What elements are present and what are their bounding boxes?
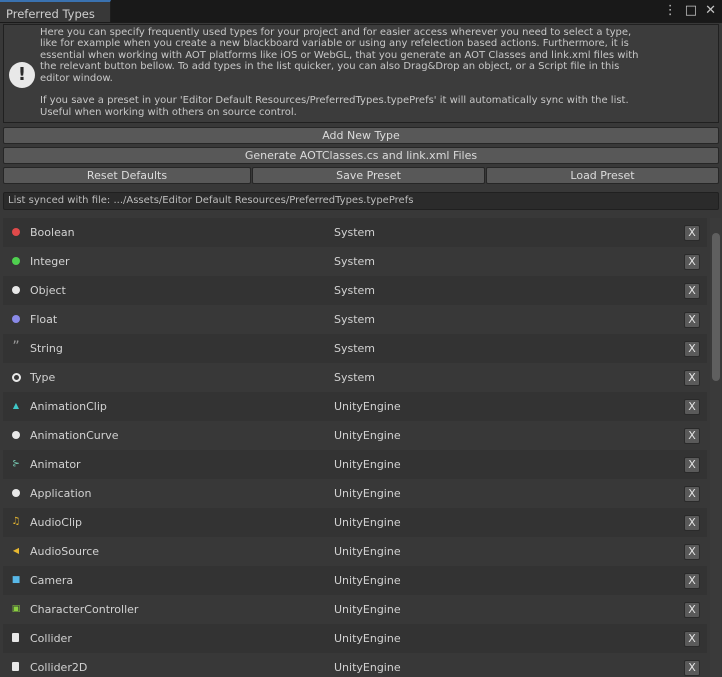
animator-icon: ⊱ [12, 459, 20, 469]
type-name: CharacterController [30, 603, 139, 616]
type-namespace: UnityEngine [334, 487, 401, 500]
window-controls: ⋮ □ ✕ [656, 3, 716, 18]
type-name: AnimationCurve [30, 429, 119, 442]
type-namespace: UnityEngine [334, 603, 401, 616]
remove-type-button[interactable]: X [684, 312, 700, 328]
type-namespace: UnityEngine [334, 429, 401, 442]
quote-icon: ” [12, 339, 20, 355]
remove-type-button[interactable]: X [684, 457, 700, 473]
type-namespace: UnityEngine [334, 545, 401, 558]
remove-type-button[interactable]: X [684, 254, 700, 270]
ring-icon [12, 373, 21, 382]
type-name: String [30, 342, 63, 355]
list-item[interactable]: Application UnityEngine X [3, 479, 707, 508]
file-icon [12, 662, 19, 671]
add-new-type-button[interactable]: Add New Type [3, 127, 719, 144]
speaker-icon: ◀ [12, 546, 20, 555]
file-icon [12, 633, 19, 642]
type-name: Collider [30, 632, 72, 645]
remove-type-button[interactable]: X [684, 370, 700, 386]
white-dot-icon [12, 431, 20, 439]
type-namespace: UnityEngine [334, 632, 401, 645]
help-text: Here you can specify frequently used typ… [40, 27, 639, 118]
list-item[interactable]: Object System X [3, 276, 707, 305]
type-name: Collider2D [30, 661, 88, 674]
close-icon[interactable]: ✕ [705, 3, 716, 18]
list-item[interactable]: ◀ AudioSource UnityEngine X [3, 537, 707, 566]
character-icon: ▣ [11, 604, 21, 614]
list-item[interactable]: Integer System X [3, 247, 707, 276]
remove-type-button[interactable]: X [684, 486, 700, 502]
list-item[interactable]: Boolean System X [3, 218, 707, 247]
remove-type-button[interactable]: X [684, 341, 700, 357]
list-item[interactable]: Float System X [3, 305, 707, 334]
list-item[interactable]: ⊱ Animator UnityEngine X [3, 450, 707, 479]
type-namespace: System [334, 284, 376, 297]
type-name: AudioClip [30, 516, 83, 529]
type-list: Boolean System X Integer System X Object System… [3, 218, 707, 677]
red-dot-icon [12, 228, 20, 236]
type-namespace: UnityEngine [334, 516, 401, 529]
scrollbar-thumb[interactable] [712, 233, 720, 381]
remove-type-button[interactable]: X [684, 544, 700, 560]
list-item[interactable]: ▣ CharacterController UnityEngine X [3, 595, 707, 624]
list-item[interactable]: ▲ AnimationClip UnityEngine X [3, 392, 707, 421]
type-namespace: UnityEngine [334, 458, 401, 471]
type-name: Integer [30, 255, 70, 268]
type-namespace: UnityEngine [334, 400, 401, 413]
type-namespace: System [334, 371, 376, 384]
type-name: AudioSource [30, 545, 100, 558]
remove-type-button[interactable]: X [684, 283, 700, 299]
type-namespace: System [334, 226, 376, 239]
generate-aot-button[interactable]: Generate AOTClasses.cs and link.xml File… [3, 147, 719, 164]
sync-status: List synced with file: .../Assets/Editor… [3, 192, 719, 210]
list-item[interactable]: ♫ AudioClip UnityEngine X [3, 508, 707, 537]
music-note-icon: ♫ [11, 516, 21, 527]
type-namespace: System [334, 313, 376, 326]
white-dot-icon [12, 286, 20, 294]
info-icon: ! [9, 62, 35, 88]
remove-type-button[interactable]: X [684, 225, 700, 241]
type-namespace: System [334, 255, 376, 268]
list-item[interactable]: ■ Camera UnityEngine X [3, 566, 707, 595]
type-namespace: UnityEngine [334, 661, 401, 674]
type-name: Camera [30, 574, 74, 587]
type-name: Boolean [30, 226, 75, 239]
reset-defaults-button[interactable]: Reset Defaults [3, 167, 251, 184]
load-preset-button[interactable]: Load Preset [486, 167, 719, 184]
type-name: AnimationClip [30, 400, 107, 413]
list-item[interactable]: Collider UnityEngine X [3, 624, 707, 653]
save-preset-button[interactable]: Save Preset [252, 167, 485, 184]
type-name: Float [30, 313, 58, 326]
remove-type-button[interactable]: X [684, 515, 700, 531]
tab-preferred-types[interactable]: Preferred Types [0, 0, 111, 22]
list-item[interactable]: ” String System X [3, 334, 707, 363]
animation-clip-icon: ▲ [12, 401, 20, 410]
type-name: Object [30, 284, 66, 297]
remove-type-button[interactable]: X [684, 660, 700, 676]
remove-type-button[interactable]: X [684, 428, 700, 444]
white-dot-icon [12, 489, 20, 497]
list-item[interactable]: Type System X [3, 363, 707, 392]
window-titlebar: Preferred Types ⋮ □ ✕ [0, 0, 722, 23]
maximize-icon[interactable]: □ [685, 3, 697, 18]
remove-type-button[interactable]: X [684, 399, 700, 415]
remove-type-button[interactable]: X [684, 631, 700, 647]
help-box: ! Here you can specify frequently used t… [3, 24, 719, 123]
type-name: Animator [30, 458, 81, 471]
list-item[interactable]: Collider2D UnityEngine X [3, 653, 707, 677]
menu-icon[interactable]: ⋮ [664, 3, 677, 18]
type-namespace: System [334, 342, 376, 355]
blue-dot-icon [12, 315, 20, 323]
type-name: Type [30, 371, 56, 384]
type-name: Application [30, 487, 92, 500]
list-item[interactable]: AnimationCurve UnityEngine X [3, 421, 707, 450]
green-dot-icon [12, 257, 20, 265]
remove-type-button[interactable]: X [684, 573, 700, 589]
camera-icon: ■ [11, 575, 21, 585]
type-namespace: UnityEngine [334, 574, 401, 587]
remove-type-button[interactable]: X [684, 602, 700, 618]
